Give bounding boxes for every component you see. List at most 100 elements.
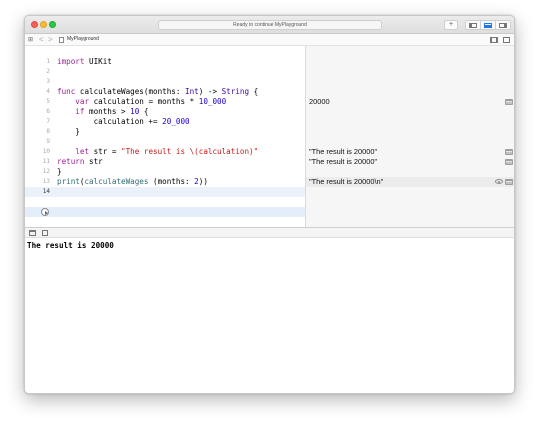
line-number: 10 <box>42 148 50 155</box>
code-token: months > <box>84 107 131 116</box>
line-number: 9 <box>46 138 50 145</box>
code-token: UIKit <box>84 57 112 66</box>
code-line[interactable]: 2 <box>25 67 305 77</box>
debug-bar <box>25 227 514 238</box>
activity-status: Ready to continue MyPlayground <box>158 20 382 30</box>
line-number: 2 <box>46 68 50 75</box>
title-bar: Ready to continue MyPlayground + <box>25 16 514 34</box>
code-token: ) -> <box>198 87 222 96</box>
code-line[interactable]: 6 if months > 10 { <box>25 107 305 117</box>
code-token: 10 <box>130 107 140 116</box>
navigator-panel-icon <box>469 23 477 28</box>
code-text: func calculateWages(months: Int) -> Stri… <box>57 87 258 97</box>
code-line[interactable]: 3 <box>25 77 305 87</box>
zoom-window-button[interactable] <box>49 21 56 28</box>
result-value: "The result is 20000" <box>309 157 378 166</box>
result-view-icon[interactable] <box>505 159 513 165</box>
result-view-icon[interactable] <box>505 99 513 105</box>
code-token: return <box>57 157 85 166</box>
code-token: str <box>84 157 103 166</box>
code-token: 10_000 <box>198 97 227 106</box>
results-sidebar: 20000 "The result is 20000" "The result is… <box>305 46 514 227</box>
code-token: )) <box>198 177 208 186</box>
line-number: 8 <box>46 128 50 135</box>
line-number: 5 <box>46 98 50 105</box>
inspector-toggle-button[interactable] <box>496 21 510 29</box>
close-window-button[interactable] <box>31 21 38 28</box>
console-output: The result is 20000 <box>27 241 114 250</box>
code-text: return str <box>57 157 103 167</box>
result-value: 20000 <box>309 97 330 106</box>
code-line[interactable]: 14 <box>25 187 305 197</box>
console-area[interactable]: The result is 20000 <box>25 238 514 393</box>
code-line[interactable]: 9 <box>25 137 305 147</box>
source-editor[interactable]: 1 import UIKit 2 3 4 func calculateWages(mont… <box>25 46 305 227</box>
code-line[interactable]: 7 calculation += 20_000 <box>25 117 305 127</box>
result-view-icon[interactable] <box>505 179 513 185</box>
editor-options-icon[interactable] <box>490 37 498 43</box>
result-view-icon[interactable] <box>505 149 513 155</box>
code-token: "The result is \(calculation)" <box>121 147 259 156</box>
code-token: (months: <box>148 177 195 186</box>
code-token: func <box>57 87 76 96</box>
code-text: calculation += 20_000 <box>57 117 190 127</box>
code-token: calculation = months * <box>89 97 199 106</box>
line-number: 3 <box>46 78 50 85</box>
code-token: { <box>249 87 259 96</box>
code-text: if months > 10 { <box>57 107 148 117</box>
code-line[interactable]: 11 return str <box>25 157 305 167</box>
debug-panel-icon <box>484 23 492 28</box>
jump-bar: ⊞ < > MyPlayground <box>25 34 514 46</box>
run-playground-icon[interactable] <box>41 208 49 216</box>
code-line[interactable]: 8 } <box>25 127 305 137</box>
result-value: "The result is 20000\n" <box>309 177 384 186</box>
assistant-editor-icon[interactable] <box>503 37 510 43</box>
code-token: String <box>221 87 250 96</box>
inspector-panel-icon <box>499 23 507 28</box>
line-number: 11 <box>42 158 50 165</box>
code-line[interactable]: 10 let str = "The result is \(calculatio… <box>25 147 305 157</box>
navigator-toggle-button[interactable] <box>466 21 481 29</box>
code-line[interactable]: 1 import UIKit <box>25 57 305 67</box>
run-row-highlight <box>25 207 305 217</box>
minimize-window-button[interactable] <box>40 21 47 28</box>
code-line[interactable]: 5 var calculation = months * 10_000 <box>25 97 305 107</box>
code-token: } <box>57 167 62 176</box>
related-items-grid-icon[interactable]: ⊞ <box>28 37 33 43</box>
code-line[interactable]: 12} <box>25 167 305 177</box>
line-number: 14 <box>42 188 50 195</box>
playground-file-icon <box>59 37 64 43</box>
hide-debug-area-icon[interactable] <box>29 230 36 236</box>
code-text: import UIKit <box>57 57 112 67</box>
breadcrumb-file-name[interactable]: MyPlayground <box>67 36 99 43</box>
code-token: } <box>57 127 80 136</box>
line-number: 13 <box>42 178 50 185</box>
debug-area-toggle-button[interactable] <box>481 21 496 29</box>
quick-look-eye-icon[interactable] <box>495 179 503 184</box>
forward-button[interactable]: > <box>48 35 53 44</box>
playground-window: Ready to continue MyPlayground + ⊞ < > M… <box>24 15 515 394</box>
code-token: { <box>139 107 149 116</box>
library-add-button[interactable]: + <box>444 20 458 30</box>
line-number: 4 <box>46 88 50 95</box>
line-number: 7 <box>46 118 50 125</box>
code-line[interactable]: 13 print(calculateWages (months: 2)) <box>25 177 305 187</box>
clear-console-icon[interactable] <box>42 230 48 236</box>
back-button[interactable]: < <box>39 35 44 44</box>
line-number: 1 <box>46 58 50 65</box>
code-token: print <box>57 177 80 186</box>
code-token: calculation += <box>57 117 163 126</box>
line-number: 6 <box>46 108 50 115</box>
code-token: calculateWages(months: <box>75 87 186 96</box>
code-text: } <box>57 127 80 137</box>
code-text: print(calculateWages (months: 2)) <box>57 177 208 187</box>
panel-toggle-group <box>465 20 511 30</box>
code-token: import <box>57 57 85 66</box>
code-token: Int <box>185 87 199 96</box>
code-line[interactable]: 4 func calculateWages(months: Int) -> Str… <box>25 87 305 97</box>
code-token: 20_000 <box>162 117 190 126</box>
code-token: var <box>75 97 90 106</box>
